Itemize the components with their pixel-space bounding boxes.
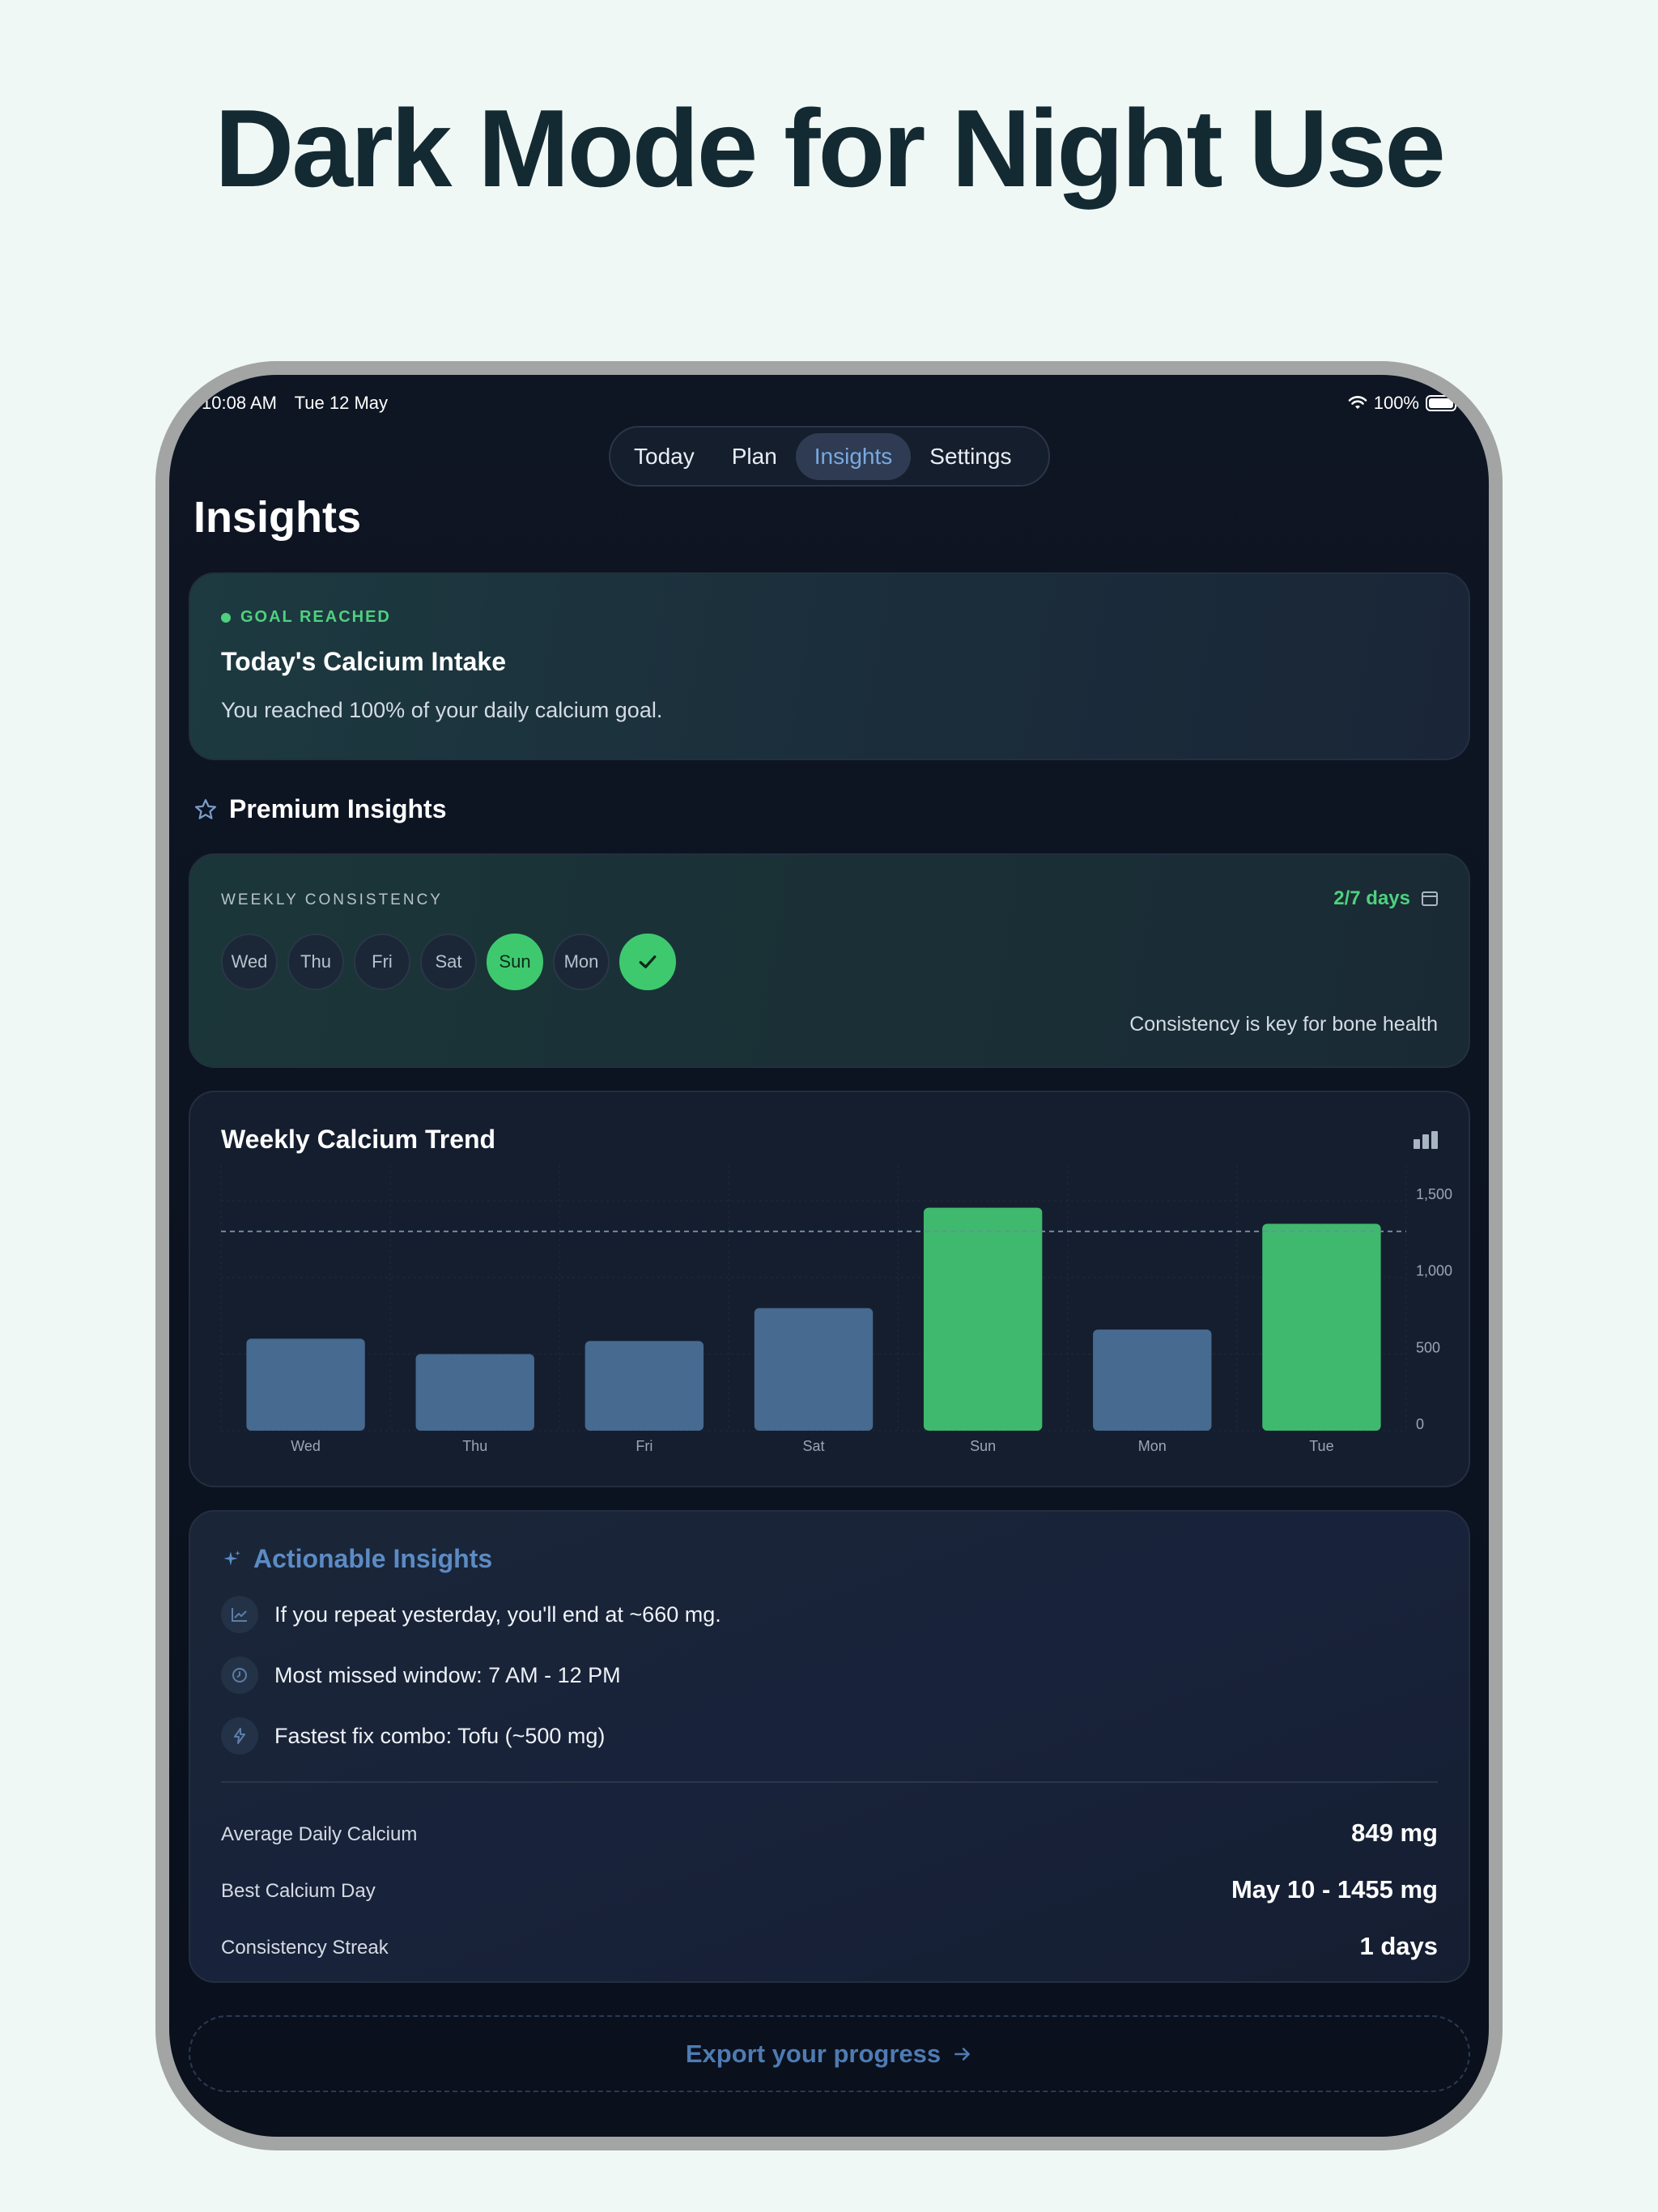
wifi-icon bbox=[1348, 396, 1367, 409]
status-time: 10:08 AM bbox=[202, 393, 277, 413]
stat-label-average: Average Daily Calcium bbox=[221, 1823, 418, 1845]
y-tick-label: 1,500 bbox=[1416, 1186, 1452, 1202]
weekly-trend-card: Weekly Calcium Trend 1,500 1,000 500 0 Wed Th… bbox=[189, 1091, 1470, 1487]
day-row: Wed Thu Fri Sat Sun Mon bbox=[221, 934, 676, 990]
goal-text: You reached 100% of your daily calcium g… bbox=[221, 698, 663, 722]
tab-settings[interactable]: Settings bbox=[911, 433, 1030, 480]
insight-item: If you repeat yesterday, you'll end at ~… bbox=[221, 1596, 721, 1633]
actionable-insights-card: Actionable Insights If you repeat yester… bbox=[189, 1510, 1470, 1983]
arrow-right-icon bbox=[954, 2047, 971, 2061]
x-tick-label: Thu bbox=[462, 1438, 487, 1454]
y-tick-label: 1,000 bbox=[1416, 1263, 1452, 1279]
actionable-insights-title: Actionable Insights bbox=[253, 1544, 493, 1573]
calendar-icon[interactable] bbox=[1422, 891, 1438, 906]
days-count-text: 2/7 days bbox=[1333, 887, 1410, 909]
calcium-bar-chart: 1,500 1,000 500 0 Wed Thu Fri Sat Sun Mon Tue bbox=[220, 1165, 1452, 1454]
x-tick-label: Sun bbox=[970, 1438, 996, 1454]
insight-text: Fastest fix combo: Tofu (~500 mg) bbox=[274, 1723, 606, 1748]
y-tick-label: 500 bbox=[1416, 1339, 1440, 1355]
headline: Dark Mode for Night Use bbox=[215, 87, 1446, 210]
day-mon: Mon bbox=[553, 934, 610, 990]
weekly-consistency-card: WEEKLY CONSISTENCY 2/7 days Wed Thu Fri … bbox=[189, 853, 1470, 1068]
tab-today[interactable]: Today bbox=[615, 433, 713, 480]
day-wed: Wed bbox=[221, 934, 278, 990]
insight-text: If you repeat yesterday, you'll end at ~… bbox=[274, 1602, 721, 1627]
insight-item: Most missed window: 7 AM - 12 PM bbox=[221, 1657, 621, 1694]
x-tick-label: Mon bbox=[1138, 1438, 1167, 1454]
stat-label-best-day: Best Calcium Day bbox=[221, 1880, 376, 1902]
star-icon bbox=[195, 798, 216, 819]
y-tick-label: 0 bbox=[1416, 1416, 1424, 1432]
goal-badge: GOAL REACHED bbox=[221, 608, 391, 627]
x-tick-label: Fri bbox=[636, 1438, 653, 1454]
bar bbox=[754, 1308, 874, 1431]
insight-item: Fastest fix combo: Tofu (~500 mg) bbox=[221, 1717, 605, 1755]
battery-percent: 100% bbox=[1373, 393, 1419, 413]
weekly-days-count: 2/7 days bbox=[1333, 887, 1438, 910]
bar bbox=[585, 1341, 704, 1431]
export-label: Export your progress bbox=[685, 2039, 942, 2068]
day-sun: Sun bbox=[487, 934, 543, 990]
divider bbox=[221, 1781, 1438, 1783]
tablet-frame: 10:08 AM Tue 12 May 100% Today Plan Insi… bbox=[155, 361, 1503, 2150]
goal-card: GOAL REACHED Today's Calcium Intake You … bbox=[189, 572, 1470, 760]
day-sat: Sat bbox=[420, 934, 477, 990]
bar bbox=[923, 1207, 1043, 1431]
status-bar: 10:08 AM Tue 12 May 100% bbox=[202, 393, 1459, 417]
bar bbox=[246, 1338, 365, 1431]
consistency-note: Consistency is key for bone health bbox=[1129, 1013, 1438, 1036]
stat-label-streak: Consistency Streak bbox=[221, 1937, 389, 1959]
bar bbox=[415, 1354, 534, 1431]
clock-icon bbox=[221, 1657, 258, 1694]
weekly-consistency-label: WEEKLY CONSISTENCY bbox=[221, 891, 443, 908]
actionable-insights-heading: Actionable Insights bbox=[221, 1544, 492, 1574]
premium-insights-title: Premium Insights bbox=[229, 794, 447, 823]
app-screen: 10:08 AM Tue 12 May 100% Today Plan Insi… bbox=[169, 375, 1489, 2137]
tab-insights[interactable]: Insights bbox=[795, 432, 912, 480]
x-tick-label: Wed bbox=[291, 1438, 321, 1454]
trend-up-icon bbox=[221, 1596, 258, 1633]
tab-bar: Today Plan Insights Settings bbox=[609, 426, 1050, 487]
day-today bbox=[619, 934, 676, 990]
page-title: Insights bbox=[193, 493, 362, 542]
stat-value-average: 849 mg bbox=[1351, 1819, 1438, 1847]
status-dot-icon bbox=[221, 612, 231, 623]
bar bbox=[1093, 1329, 1212, 1431]
status-date: Tue 12 May bbox=[294, 393, 389, 413]
premium-insights-heading: Premium Insights bbox=[193, 794, 447, 824]
stat-value-streak: 1 days bbox=[1359, 1932, 1438, 1960]
day-thu: Thu bbox=[287, 934, 344, 990]
stat-value-best-day: May 10 - 1455 mg bbox=[1231, 1875, 1438, 1904]
insight-text: Most missed window: 7 AM - 12 PM bbox=[274, 1662, 621, 1687]
tab-plan[interactable]: Plan bbox=[713, 433, 796, 480]
battery-icon bbox=[1426, 395, 1459, 411]
bolt-icon bbox=[221, 1717, 258, 1755]
checkmark-icon bbox=[639, 955, 657, 968]
x-tick-label: Sat bbox=[802, 1438, 824, 1454]
bar bbox=[1262, 1223, 1381, 1431]
export-progress-button[interactable]: Export your progress bbox=[189, 2015, 1470, 2092]
sparkle-icon bbox=[223, 1550, 240, 1566]
goal-title: Today's Calcium Intake bbox=[221, 647, 507, 676]
goal-badge-label: GOAL REACHED bbox=[240, 608, 391, 626]
x-tick-label: Tue bbox=[1309, 1438, 1333, 1454]
day-fri: Fri bbox=[354, 934, 410, 990]
